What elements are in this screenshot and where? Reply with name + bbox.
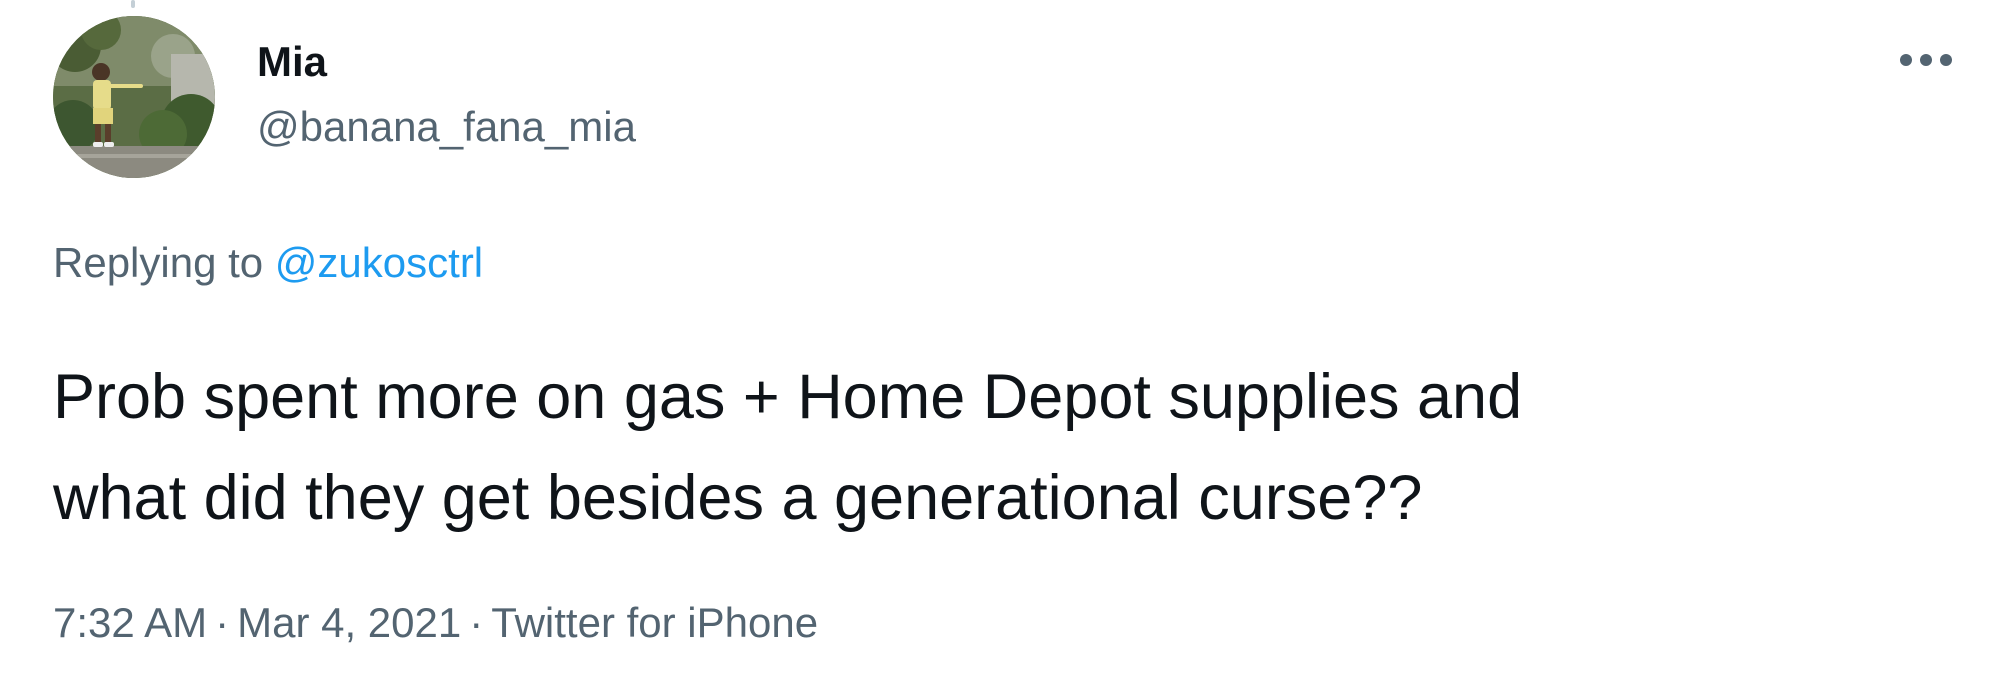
author-display-name[interactable]: Mia [257, 36, 327, 88]
tweet-text: Prob spent more on gas + Home Depot supp… [53, 347, 1933, 549]
tweet-text-line: what did they get besides a generational… [53, 463, 1423, 533]
tweet-source-link[interactable]: Twitter for iPhone [491, 599, 818, 646]
more-options-icon [1900, 54, 1952, 66]
avatar-photo-icon [53, 16, 215, 178]
thread-connector-line [131, 0, 135, 8]
author-handle[interactable]: @banana_fana_mia [257, 101, 636, 153]
tweet-timestamp-date[interactable]: Mar 4, 2021 [237, 599, 461, 646]
tweet-text-line: Prob spent more on gas + Home Depot supp… [53, 362, 1523, 432]
meta-separator: · [469, 599, 484, 646]
more-options-button[interactable] [1888, 30, 1964, 90]
tweet-timestamp-time[interactable]: 7:32 AM [53, 599, 207, 646]
tweet-metadata: 7:32 AM · Mar 4, 2021 · Twitter for iPhone [53, 597, 818, 649]
tweet-detail: Mia @banana_fana_mia Replying to @zukosc… [0, 0, 2000, 699]
meta-separator: · [215, 599, 230, 646]
reply-context-prefix: Replying to [53, 239, 275, 286]
reply-context: Replying to @zukosctrl [53, 237, 483, 289]
reply-mention-link[interactable]: @zukosctrl [275, 239, 483, 286]
avatar[interactable] [53, 16, 215, 178]
